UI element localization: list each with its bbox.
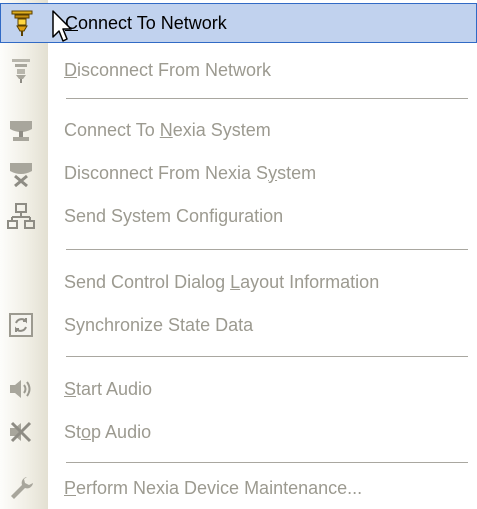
wrench-icon [4, 473, 38, 503]
menu-item-label: Synchronize State Data [64, 314, 254, 335]
menu-item-label: Disconnect From Nexia System [64, 162, 317, 183]
menu-item-label: Connect To Nexia System [64, 119, 271, 140]
menu-item-perform-device-maintenance[interactable]: Perform Nexia Device Maintenance... [0, 468, 477, 508]
menu-item-send-system-configuration[interactable]: Send System Configuration [0, 196, 477, 236]
menu-separator [66, 462, 468, 463]
menu-item-connect-to-nexia-system[interactable]: Connect To Nexia System [0, 110, 477, 150]
system-disconnect-icon [4, 158, 38, 188]
menu-item-label: Stop Audio [64, 421, 152, 442]
speaker-icon [4, 374, 38, 404]
menu-item-label: Connect To Network [65, 12, 227, 33]
menu-separator [66, 98, 468, 99]
network-unplug-icon [4, 55, 38, 85]
menu-separator [66, 249, 468, 250]
menu-separator [66, 356, 468, 357]
menu-item-start-audio[interactable]: Start Audio [0, 369, 477, 409]
send-configuration-icon [4, 201, 38, 231]
menu-item-label: Send System Configuration [64, 205, 284, 226]
speaker-muted-icon [4, 417, 38, 447]
menu-item-disconnect-from-network[interactable]: Disconnect From Network [0, 50, 477, 90]
menu-item-disconnect-from-nexia-system[interactable]: Disconnect From Nexia System [0, 153, 477, 193]
system-connect-icon [4, 115, 38, 145]
menu-item-label: Start Audio [64, 378, 153, 399]
menu-item-label: Send Control Dialog Layout Information [64, 271, 380, 292]
synchronize-icon [4, 310, 38, 340]
menu-item-connect-to-network[interactable]: Connect To Network [0, 3, 477, 43]
menu-item-label: Perform Nexia Device Maintenance... [64, 477, 363, 498]
network-plug-icon [5, 8, 39, 38]
menu-item-label: Disconnect From Network [64, 59, 272, 80]
menu-item-stop-audio[interactable]: Stop Audio [0, 412, 477, 452]
menu-item-send-control-dialog-layout[interactable]: Send Control Dialog Layout Information [0, 262, 477, 302]
menu-item-synchronize-state-data[interactable]: Synchronize State Data [0, 305, 477, 345]
context-menu: Connect To Network Disconnect From Netwo… [0, 0, 477, 509]
